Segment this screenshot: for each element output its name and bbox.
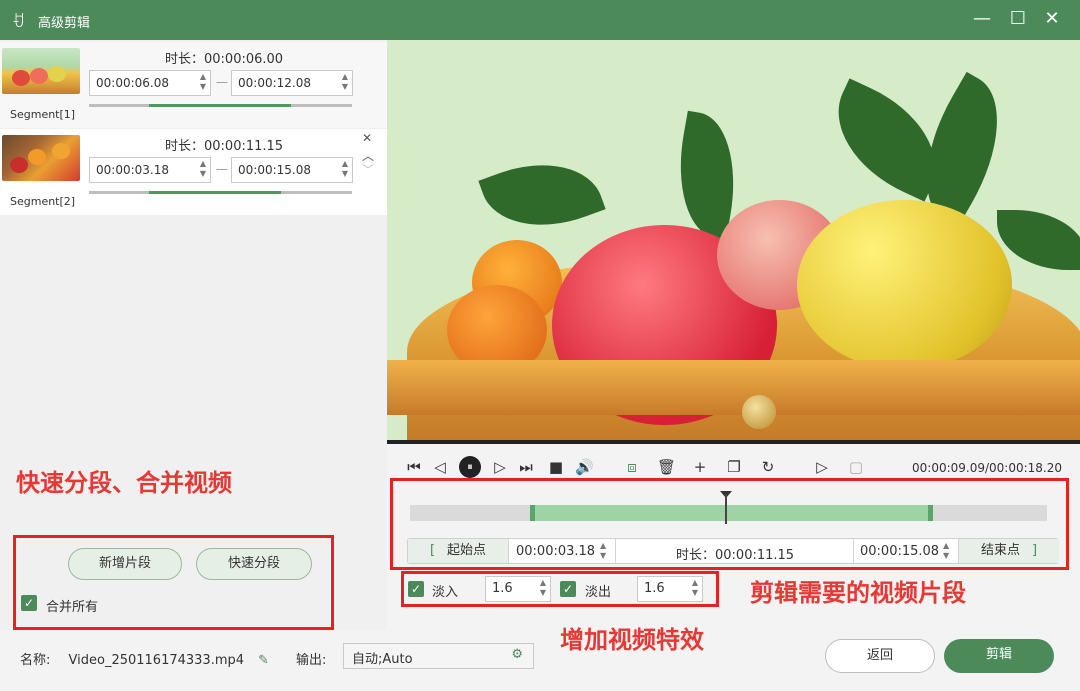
fade-in-label: 淡入: [432, 585, 459, 600]
segment-progress: [89, 191, 352, 194]
range-separator: —: [216, 75, 228, 89]
fade-in-input[interactable]: 1.6 ▲ ▼: [485, 576, 551, 602]
window-title: 高级剪辑: [38, 16, 91, 31]
clip-start-time[interactable]: 00:00:03.18: [516, 544, 595, 559]
segment-duration: 时长：00:00:06.00: [165, 52, 284, 67]
segment-item[interactable]: 时长：00:00:11.15 00:00:03.18 ▲ ▼ — 00:00:15…: [0, 129, 387, 215]
preview-clip-icon[interactable]: ▷: [813, 458, 831, 476]
close-segment-icon[interactable]: ✕: [362, 131, 372, 145]
clip-duration: 时长：00:00:11.15: [676, 548, 795, 563]
spinner-icon[interactable]: ▲ ▼: [342, 159, 348, 179]
clip-info-bar: [起始点 00:00:03.18 ▲ ▼ 时长：00:00:11.15 00:00…: [407, 538, 1059, 564]
spinner-icon[interactable]: ▲ ▼: [692, 578, 698, 598]
cut-button[interactable]: 剪辑: [944, 639, 1054, 673]
merge-all-checkbox[interactable]: ✓: [21, 595, 37, 611]
step-forward-icon[interactable]: ▷: [491, 458, 509, 476]
add-icon[interactable]: +: [691, 458, 709, 476]
playhead[interactable]: [725, 494, 727, 524]
timeline-track[interactable]: [410, 505, 1047, 521]
annotation-effects: 增加视频特效: [560, 626, 704, 654]
minimize-icon[interactable]: —: [970, 8, 994, 29]
set-end-button[interactable]: 结束点]: [959, 539, 1059, 563]
close-icon[interactable]: ✕: [1040, 8, 1064, 29]
segment-start-input[interactable]: 00:00:03.18 ▲ ▼: [89, 157, 211, 183]
step-back-icon[interactable]: ◁: [431, 458, 449, 476]
file-name: Video_250116174333.mp4: [68, 653, 245, 668]
back-button[interactable]: 返回: [825, 639, 935, 673]
output-select[interactable]: 自动;Auto ⚙: [343, 643, 534, 669]
app-logo-icon: ꀀ: [12, 12, 25, 31]
segment-progress: [89, 104, 352, 107]
timeline-selection[interactable]: [530, 505, 933, 521]
segment-label: Segment[2]: [10, 195, 76, 208]
output-label: 输出:: [296, 653, 327, 668]
preview-basket-band: [387, 360, 1080, 415]
segment-end-input[interactable]: 00:00:12.08 ▲ ▼: [231, 70, 353, 96]
segment-start-input[interactable]: 00:00:06.08 ▲ ▼: [89, 70, 211, 96]
segment-label: Segment[1]: [10, 108, 76, 121]
quick-split-button[interactable]: 快速分段: [196, 548, 312, 580]
annotation-clip-segment: 剪辑需要的视频片段: [750, 579, 966, 607]
time-display: 00:00:09.09/00:00:18.20: [912, 461, 1062, 475]
spinner-icon[interactable]: ▲ ▼: [600, 541, 606, 561]
pause-icon[interactable]: ⏸: [459, 456, 481, 478]
skip-start-icon[interactable]: ⏮: [405, 458, 423, 476]
fade-out-label: 淡出: [585, 585, 612, 600]
stop-icon[interactable]: ■: [547, 458, 565, 476]
volume-icon[interactable]: 🔊: [575, 458, 594, 476]
preview-leaf: [478, 143, 606, 247]
spinner-icon[interactable]: ▲ ▼: [943, 541, 949, 561]
reset-icon[interactable]: ↻: [759, 458, 777, 476]
segment-end-input[interactable]: 00:00:15.08 ▲ ▼: [231, 157, 353, 183]
range-separator: —: [216, 162, 228, 176]
settings-gear-icon[interactable]: ⚙: [511, 647, 523, 662]
fade-out-input[interactable]: 1.6 ▲ ▼: [637, 576, 703, 602]
merge-all-label: 合并所有: [46, 600, 99, 615]
split-icon[interactable]: ⧈: [623, 458, 641, 476]
segment-thumbnail: [2, 48, 80, 94]
maximize-icon[interactable]: ☐: [1006, 8, 1030, 29]
move-down-icon[interactable]: ﹀: [362, 161, 374, 178]
annotation-split-merge: 快速分段、合并视频: [16, 469, 232, 497]
delete-icon[interactable]: 🗑: [657, 458, 676, 476]
name-label: 名称:: [20, 653, 51, 668]
spinner-icon[interactable]: ▲ ▼: [200, 72, 206, 92]
segment-item[interactable]: 时长：00:00:06.00 00:00:06.08 ▲ ▼ — 00:00:12…: [0, 42, 387, 128]
set-start-button[interactable]: [起始点: [408, 539, 508, 563]
segment-duration: 时长：00:00:11.15: [165, 139, 284, 154]
spinner-icon[interactable]: ▲ ▼: [342, 72, 348, 92]
fade-out-checkbox[interactable]: ✓: [560, 581, 576, 597]
title-bar: ꀀ 高级剪辑 — ☐ ✕: [0, 0, 1080, 40]
edit-name-icon[interactable]: ✎: [258, 653, 269, 668]
video-preview: [387, 40, 1080, 440]
clip-end-time[interactable]: 00:00:15.08: [860, 544, 939, 559]
fade-in-checkbox[interactable]: ✓: [408, 581, 424, 597]
spinner-icon[interactable]: ▲ ▼: [540, 578, 546, 598]
spinner-icon[interactable]: ▲ ▼: [200, 159, 206, 179]
copy-icon[interactable]: ❐: [725, 458, 743, 476]
file-name-row: 名称: Video_250116174333.mp4 ✎: [20, 649, 269, 668]
add-segment-button[interactable]: 新增片段: [68, 548, 182, 580]
snapshot-icon[interactable]: ▢: [847, 458, 865, 476]
segment-thumbnail: [2, 135, 80, 181]
preview-bottom-bar: [387, 440, 1080, 444]
skip-end-icon[interactable]: ⏭: [517, 458, 535, 476]
